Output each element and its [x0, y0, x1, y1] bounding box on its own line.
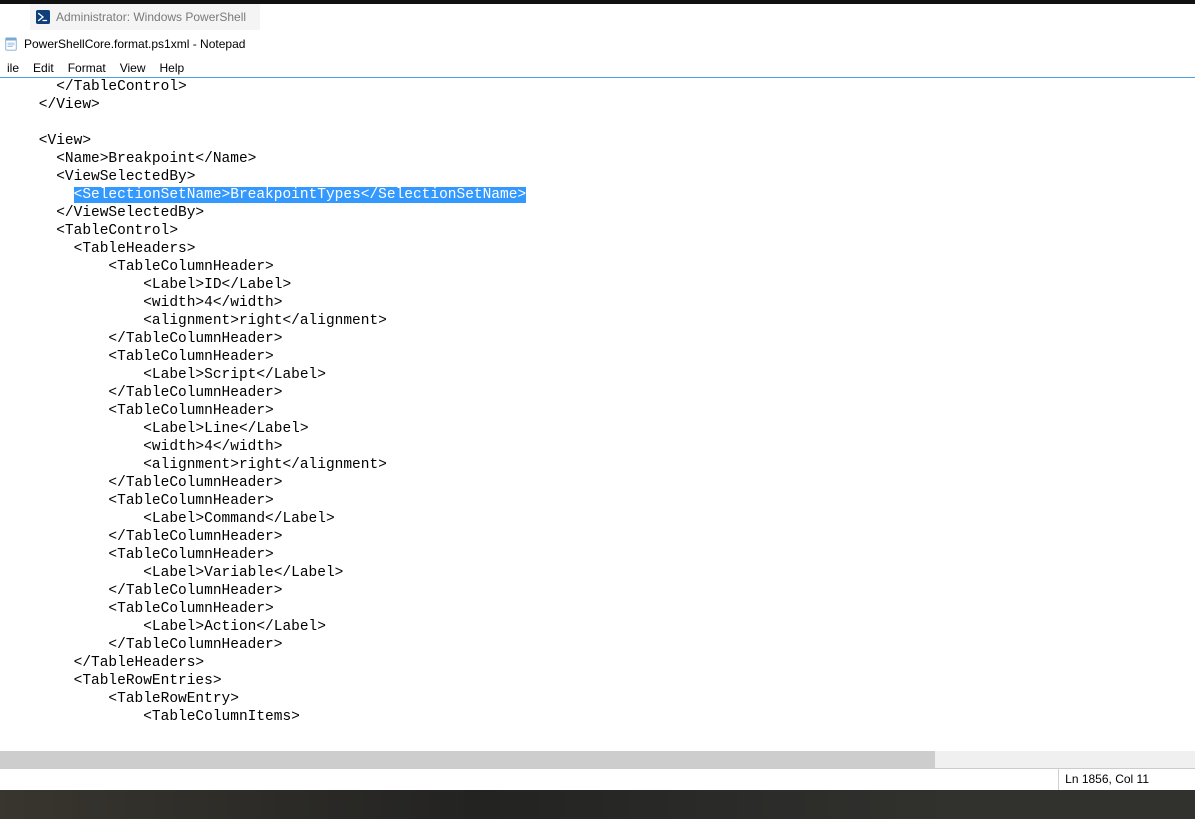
notepad-titlebar[interactable]: PowerShellCore.format.ps1xml - Notepad [0, 30, 1195, 58]
editor-content[interactable]: </TableControl> </View> <View> <Name>Bre… [0, 78, 1195, 726]
code-block-2: </ViewSelectedBy> <TableControl> <TableH… [4, 205, 387, 725]
statusbar-separator [1058, 769, 1059, 790]
horizontal-scrollbar-thumb[interactable] [0, 751, 935, 768]
menu-edit[interactable]: Edit [26, 59, 61, 77]
menu-view[interactable]: View [113, 59, 153, 77]
statusbar: Ln 1856, Col 11 [0, 768, 1195, 790]
menubar: ile Edit Format View Help [0, 58, 1195, 78]
powershell-icon [36, 10, 50, 24]
horizontal-scrollbar[interactable] [0, 751, 1195, 768]
menu-help[interactable]: Help [153, 59, 192, 77]
notepad-title: PowerShellCore.format.ps1xml - Notepad [24, 37, 245, 51]
cursor-position: Ln 1856, Col 11 [1065, 772, 1149, 786]
menu-file[interactable]: ile [0, 59, 26, 77]
powershell-titlebar: Administrator: Windows PowerShell [0, 0, 1195, 30]
powershell-tab[interactable]: Administrator: Windows PowerShell [30, 4, 260, 30]
code-block-1: </TableControl> </View> <View> <Name>Bre… [4, 79, 256, 203]
text-editor[interactable]: </TableControl> </View> <View> <Name>Bre… [0, 78, 1195, 751]
powershell-tab-title: Administrator: Windows PowerShell [56, 10, 246, 24]
desktop-background-strip [0, 790, 1195, 819]
notepad-icon [4, 37, 18, 51]
code-selection: <SelectionSetName>BreakpointTypes</Selec… [74, 187, 526, 203]
menu-format[interactable]: Format [61, 59, 113, 77]
